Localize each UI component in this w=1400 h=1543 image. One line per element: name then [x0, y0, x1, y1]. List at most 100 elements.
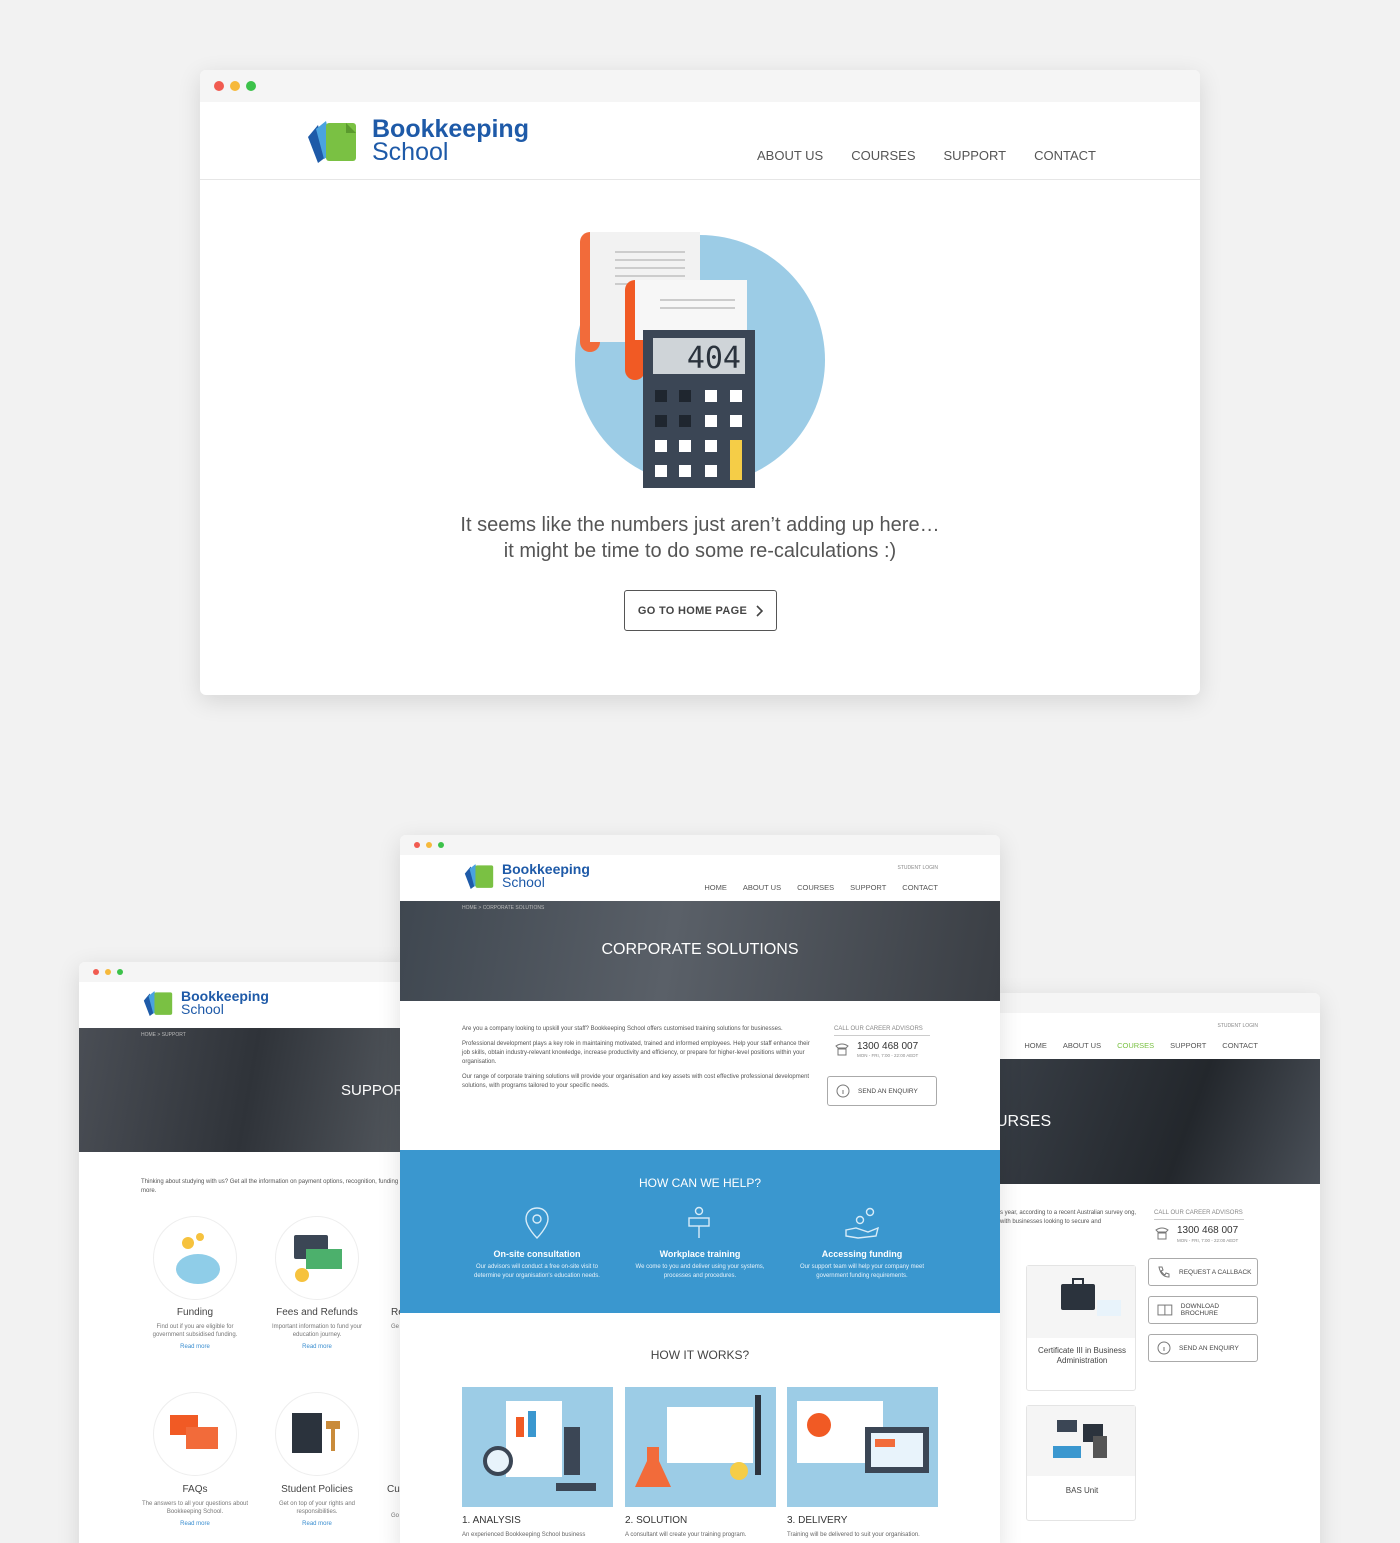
nav-home[interactable]: HOME — [1024, 1041, 1047, 1050]
nav-contact[interactable]: CONTACT — [1222, 1041, 1258, 1050]
go-to-home-button[interactable]: GO TO HOME PAGE — [624, 590, 777, 631]
minimize-dot-icon[interactable] — [230, 81, 240, 91]
brochure-icon — [1157, 1304, 1173, 1316]
nav-courses[interactable]: COURSES — [1117, 1041, 1154, 1050]
step-desc: An experienced Bookkeeping School busine… — [462, 1532, 586, 1538]
read-more-link[interactable]: Read more — [141, 1520, 249, 1528]
feature-title: On-site consultation — [493, 1249, 581, 1259]
send-enquiry-label: SEND AN ENQUIRY — [858, 1087, 918, 1095]
phone-number[interactable]: 1300 468 007 — [1177, 1225, 1238, 1236]
office-hours: MON - FRI, 7:00 - 22:00 AEDT — [1177, 1238, 1239, 1243]
nav-about-us[interactable]: ABOUT US — [1063, 1041, 1101, 1050]
browser-chrome — [400, 835, 1000, 855]
nav-contact[interactable]: CONTACT — [902, 883, 938, 892]
read-more-link[interactable]: Read more — [269, 1520, 365, 1528]
course-title[interactable]: BAS Unit — [1037, 1486, 1127, 1495]
main-nav: HOME ABOUT US COURSES SUPPORT CONTACT — [1024, 1041, 1258, 1050]
close-dot-icon[interactable] — [414, 842, 420, 848]
info-icon — [1157, 1341, 1171, 1355]
request-callback-button[interactable]: REQUEST A CALLBACK — [1148, 1258, 1258, 1286]
step-title: 1. ANALYSIS — [462, 1515, 521, 1526]
error-code-display: 404 — [687, 341, 741, 376]
card-desc: Important information to fund your educa… — [271, 1324, 363, 1338]
card-title[interactable]: Cu — [387, 1484, 400, 1495]
card-desc: Find out if you are eligible for governm… — [152, 1324, 238, 1338]
intro-paragraph: Our range of corporate training solution… — [462, 1074, 810, 1089]
nav-home[interactable]: HOME — [704, 883, 727, 892]
course-title[interactable]: Certificate III in Business Administrati… — [1037, 1346, 1127, 1366]
nav-contact[interactable]: CONTACT — [1034, 148, 1096, 163]
send-enquiry-button[interactable]: SEND AN ENQUIRY — [1148, 1334, 1258, 1362]
site-logo[interactable]: Bookkeeping School — [462, 863, 590, 889]
read-more-link[interactable]: Read more — [145, 1343, 245, 1351]
chevron-right-icon — [756, 604, 764, 617]
card-title[interactable]: FAQs — [135, 1484, 255, 1495]
book-gavel-icon[interactable] — [275, 1392, 359, 1476]
courses-browser-window: STUDENT LOGIN HOME ABOUT US COURSES SUPP… — [982, 993, 1320, 1543]
credit-card-cash-icon[interactable] — [275, 1216, 359, 1300]
flask-solution-icon — [625, 1387, 776, 1507]
feature-desc: We come to you and deliver using your sy… — [635, 1264, 765, 1279]
nav-support[interactable]: SUPPORT — [944, 148, 1007, 163]
logo-books-icon — [308, 120, 356, 163]
support-intro: Thinking about studying with us? Get all… — [141, 1179, 410, 1194]
card-title[interactable]: Funding — [135, 1307, 255, 1318]
student-login-link[interactable]: STUDENT LOGIN — [898, 865, 938, 871]
phone-icon — [835, 1043, 849, 1056]
browser-chrome — [200, 70, 1200, 102]
corporate-intro: Are you a company looking to upskill you… — [462, 1025, 814, 1091]
browser-chrome — [982, 993, 1320, 1013]
card-desc: Go — [391, 1513, 400, 1519]
download-brochure-label: DOWNLOAD BROCHURE — [1180, 1303, 1220, 1317]
logo-books-icon — [143, 991, 173, 1016]
feature-desc: Our support team will help your company … — [799, 1264, 925, 1279]
close-dot-icon[interactable] — [214, 81, 224, 91]
feature-title: Workplace training — [659, 1249, 741, 1259]
step-title: 3. DELIVERY — [787, 1515, 848, 1526]
go-to-home-label: GO TO HOME PAGE — [637, 604, 748, 617]
logo-line2: School — [502, 874, 545, 890]
download-brochure-button[interactable]: DOWNLOAD BROCHURE — [1148, 1296, 1258, 1324]
site-header: STUDENT LOGIN HOME ABOUT US COURSES SUPP… — [982, 1013, 1320, 1059]
site-logo[interactable]: Bookkeeping School — [141, 990, 269, 1016]
feature-title: Accessing funding — [821, 1249, 903, 1259]
course-card[interactable]: Certificate III in Business Administrati… — [1026, 1265, 1136, 1391]
breadcrumb: HOME > CORPORATE SOLUTIONS — [462, 905, 545, 911]
course-card[interactable]: BAS Unit — [1026, 1405, 1136, 1521]
speech-bubbles-icon[interactable] — [153, 1392, 237, 1476]
breadcrumb: HOME > SUPPORT — [141, 1032, 186, 1038]
student-login-link[interactable]: STUDENT LOGIN — [1218, 1023, 1258, 1029]
minimize-dot-icon[interactable] — [426, 842, 432, 848]
card-desc: Get on top of your rights and responsibi… — [278, 1501, 356, 1515]
main-nav: HOME ABOUT US COURSES SUPPORT CONTACT — [704, 883, 938, 892]
nav-support[interactable]: SUPPORT — [850, 883, 886, 892]
support-browser-window: Bookkeeping School HOME > SUPPORT SUPPOR… — [79, 962, 419, 1543]
nav-about-us[interactable]: ABOUT US — [743, 883, 781, 892]
card-title[interactable]: Student Policies — [257, 1484, 377, 1495]
close-dot-icon[interactable] — [93, 969, 99, 975]
callback-icon — [1158, 1266, 1170, 1278]
maximize-dot-icon[interactable] — [438, 842, 444, 848]
microscope-analysis-icon — [462, 1387, 613, 1507]
read-more-link[interactable]: Read more — [263, 1343, 371, 1351]
send-enquiry-button[interactable]: SEND AN ENQUIRY — [827, 1076, 937, 1106]
nav-courses[interactable]: COURSES — [851, 148, 915, 163]
help-title: HOW CAN WE HELP? — [638, 1176, 761, 1190]
piggy-bank-icon[interactable] — [153, 1216, 237, 1300]
nav-support[interactable]: SUPPORT — [1170, 1041, 1206, 1050]
courses-hero: URSES — [982, 1059, 1320, 1184]
phone-number[interactable]: 1300 468 007 — [857, 1041, 918, 1052]
support-hero: HOME > SUPPORT SUPPORT — [79, 1028, 419, 1152]
nav-about-us[interactable]: ABOUT US — [757, 148, 823, 163]
nav-courses[interactable]: COURSES — [797, 883, 834, 892]
main-nav: ABOUT US COURSES SUPPORT CONTACT — [757, 148, 1096, 163]
maximize-dot-icon[interactable] — [117, 969, 123, 975]
minimize-dot-icon[interactable] — [105, 969, 111, 975]
office-hours: MON - FRI, 7:00 - 22:00 AEDT — [857, 1053, 919, 1058]
site-logo[interactable]: Bookkeeping School — [304, 117, 529, 164]
card-title[interactable]: Fees and Refunds — [257, 1307, 377, 1318]
site-header: Bookkeeping School ABOUT US COURSES SUPP… — [200, 102, 1200, 180]
briefcase-icon — [1027, 1266, 1135, 1338]
maximize-dot-icon[interactable] — [246, 81, 256, 91]
call-advisors-label: CALL OUR CAREER ADVISORS — [834, 1026, 930, 1036]
